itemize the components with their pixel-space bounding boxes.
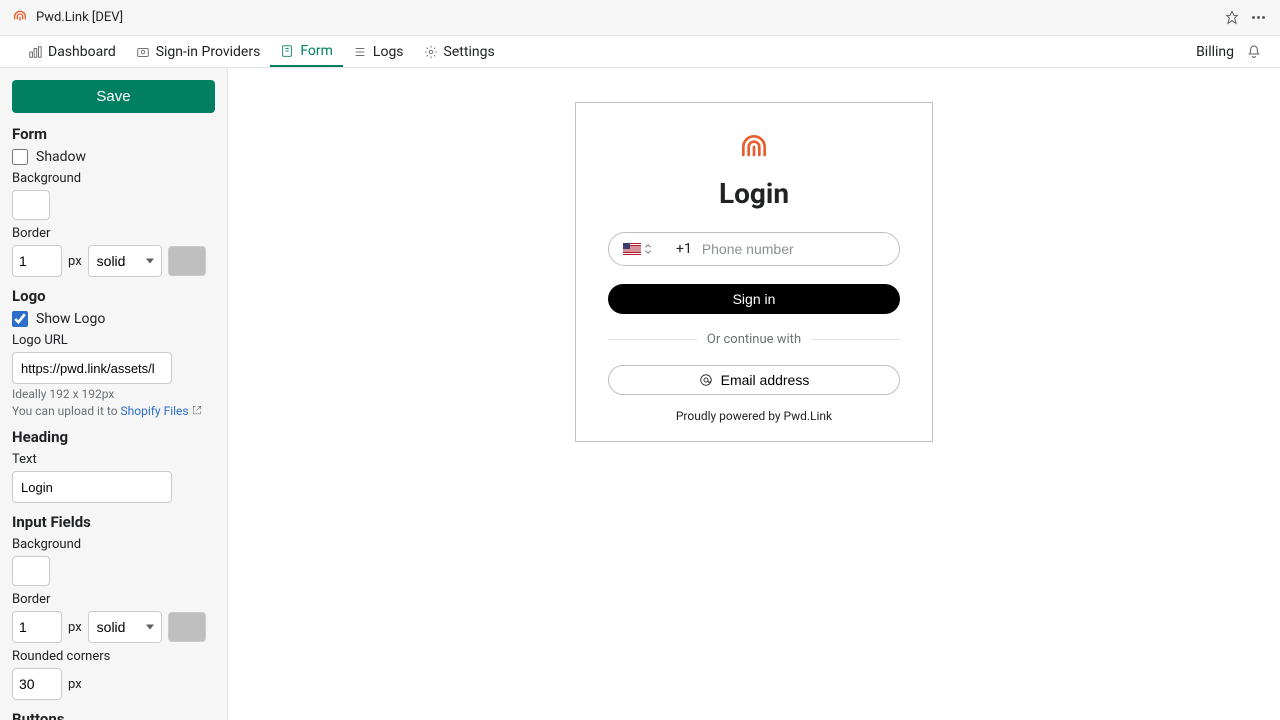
nav-settings[interactable]: Settings [414,38,505,66]
form-border-label: Border [12,226,215,241]
form-border-style[interactable]: solid [88,245,162,277]
logo-url-input[interactable] [12,352,172,384]
navbar: Dashboard Sign-in Providers Form Logs Se… [0,36,1280,68]
login-card: Login +1 Sign in Or continue with Email … [575,102,933,442]
show-logo-row[interactable]: Show Logo [12,311,215,327]
dashboard-icon [28,45,42,59]
chevron-updown-icon [644,244,652,254]
at-icon [699,373,713,387]
section-heading: Heading [12,428,215,446]
nav-billing[interactable]: Billing [1196,44,1234,60]
form-border-color[interactable] [168,246,206,276]
section-logo: Logo [12,287,215,305]
country-select[interactable] [623,243,652,255]
preview-area: Login +1 Sign in Or continue with Email … [228,68,1280,720]
form-icon [280,44,294,58]
save-button[interactable]: Save [12,80,215,113]
divider: Or continue with [608,332,900,347]
powered-link[interactable]: Pwd.Link [784,409,833,423]
nav-logs[interactable]: Logs [343,38,414,66]
more-icon[interactable] [1252,10,1268,26]
section-form: Form [12,125,215,143]
nav-dashboard[interactable]: Dashboard [18,38,126,66]
heading-text-label: Text [12,452,215,467]
nav-providers[interactable]: Sign-in Providers [126,38,271,66]
topbar: Pwd.Link [DEV] [0,0,1280,36]
shadow-checkbox[interactable] [12,149,28,165]
bell-icon[interactable] [1246,44,1262,60]
login-title: Login [608,177,900,210]
logo-hint2: You can upload it to Shopify Files [12,404,215,418]
providers-icon [136,45,150,59]
app-title: Pwd.Link [DEV] [36,10,1224,25]
input-border-width[interactable] [12,611,62,643]
show-logo-checkbox[interactable] [12,311,28,327]
logo-url-label: Logo URL [12,333,215,348]
rounded-input[interactable] [12,668,62,700]
login-logo-icon [608,131,900,167]
signin-button[interactable]: Sign in [608,284,900,314]
sidebar: Save Form Shadow Background Border px so… [0,68,228,720]
app-logo-icon [12,10,28,26]
input-bg-label: Background [12,537,215,552]
input-border-label: Border [12,592,215,607]
phone-input[interactable] [702,241,885,257]
form-bg-color[interactable] [12,190,50,220]
dial-code: +1 [676,241,692,257]
input-border-style[interactable]: solid [88,611,162,643]
section-buttons: Buttons [12,710,215,720]
input-border-color[interactable] [168,612,206,642]
flag-usa-icon [623,243,641,255]
rounded-label: Rounded corners [12,649,215,664]
nav-form[interactable]: Form [270,37,343,67]
form-border-width[interactable] [12,245,62,277]
powered-by: Proudly powered by Pwd.Link [608,409,900,423]
shadow-checkbox-row[interactable]: Shadow [12,149,215,165]
external-link-icon [192,405,202,415]
email-button[interactable]: Email address [608,365,900,395]
phone-input-group: +1 [608,232,900,266]
gear-icon [424,45,438,59]
pin-icon[interactable] [1224,10,1240,26]
logs-icon [353,45,367,59]
section-input-fields: Input Fields [12,513,215,531]
heading-text-input[interactable] [12,471,172,503]
input-bg-color[interactable] [12,556,50,586]
form-bg-label: Background [12,171,215,186]
logo-hint1: Ideally 192 x 192px [12,387,215,401]
shopify-files-link[interactable]: Shopify Files [121,404,189,418]
